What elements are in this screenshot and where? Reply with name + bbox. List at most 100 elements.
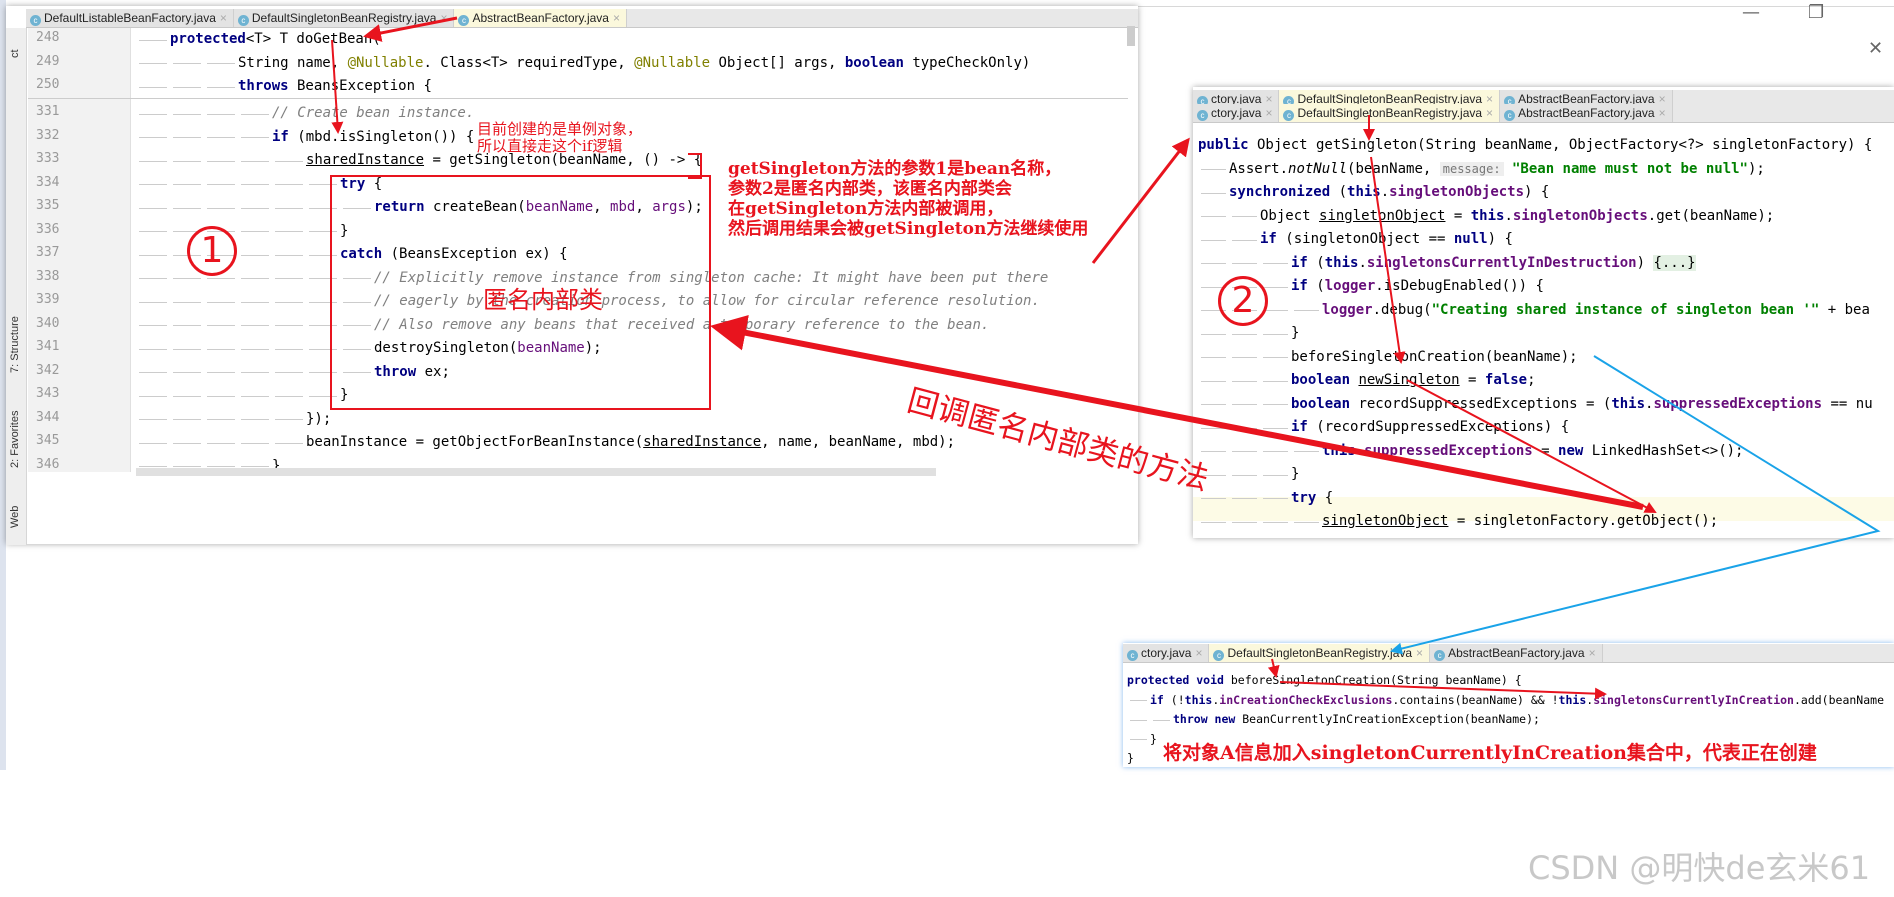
- code-line: });: [306, 408, 331, 432]
- line-number: 341: [36, 339, 60, 354]
- close-tab-icon[interactable]: ×: [613, 11, 620, 25]
- code-token: singletonsCurrentlyInCreation: [1593, 692, 1794, 707]
- code-token: logger: [1324, 278, 1376, 294]
- indent-guide: [275, 278, 303, 280]
- code-token: (: [1307, 254, 1325, 271]
- close-tab-icon[interactable]: ×: [1416, 646, 1423, 660]
- code-token: }: [1150, 731, 1157, 746]
- close-tab-icon[interactable]: ×: [1195, 646, 1202, 660]
- code-token: this: [1322, 442, 1356, 459]
- indent-guide: [207, 325, 235, 327]
- indent-guide: [173, 113, 201, 115]
- tab-ctory-java[interactable]: c ctory.java ×: [1123, 644, 1210, 662]
- sidebar-item-web[interactable]: Web: [9, 506, 21, 528]
- code-line: if (mbd.isSingleton()) {: [272, 126, 474, 150]
- code-line: String name, @Nullable. Class<T> require…: [238, 52, 1030, 76]
- code-line: Assert.notNull(beanName, message: "Bean …: [1229, 158, 1765, 182]
- indent-guide: [1201, 357, 1226, 359]
- indent-guide: [139, 442, 167, 444]
- class-file-icon: c: [237, 15, 249, 26]
- indent-guide: [1294, 521, 1319, 523]
- code-token: singletonObject: [1322, 513, 1449, 529]
- sidebar-item-project[interactable]: ct: [9, 49, 21, 58]
- close-tab-icon[interactable]: ×: [1589, 646, 1596, 660]
- indent-guide: [1130, 719, 1147, 721]
- indent-guide: [241, 113, 269, 115]
- code-line: throws BeansException {: [238, 75, 432, 99]
- indent-guide: [173, 278, 201, 280]
- tab-label: AbstractBeanFactory.java: [1518, 106, 1655, 120]
- vertical-scrollbar[interactable]: [1127, 26, 1135, 46]
- code-line: beanInstance = getObjectForBeanInstance(…: [306, 431, 955, 455]
- close-tab-icon[interactable]: ×: [1265, 106, 1272, 120]
- editor-window-default-singleton-registry: c ctory.java × c DefaultSingletonBeanRegistr…: [1193, 87, 1894, 538]
- code-line: logger.debug("Creating shared instance o…: [1322, 299, 1870, 323]
- tab-label: DefaultSingletonBeanRegistry.java: [251, 11, 437, 25]
- tab-label: DefaultSingletonBeanRegistry.java: [1297, 106, 1483, 120]
- indent-guide: [241, 254, 269, 256]
- indent-guide: [1201, 216, 1226, 218]
- code-token: singletonObject: [1319, 207, 1446, 224]
- indent-guide: [207, 137, 235, 139]
- tab-abstractbeanfactory-java[interactable]: c AbstractBeanFactory.java ×: [1500, 104, 1673, 122]
- tab-ctory-java[interactable]: c ctory.java ×: [1193, 104, 1280, 122]
- indent-guide: [1263, 380, 1288, 382]
- code-line: throw new BeanCurrentlyInCreationExcepti…: [1173, 710, 1540, 730]
- minimize-button[interactable]: —: [1742, 2, 1760, 23]
- indent-guide: [1263, 451, 1288, 453]
- close-tab-icon[interactable]: ×: [220, 11, 227, 25]
- indent-guide: [1201, 380, 1226, 382]
- sidebar-item-favorites[interactable]: 2: Favorites: [9, 411, 21, 468]
- code-line: synchronized (this.singletonObjects) {: [1229, 181, 1549, 205]
- code-line: protected void beforeSingletonCreation(S…: [1127, 671, 1522, 691]
- code-token: .: [1504, 207, 1513, 224]
- close-tab-icon[interactable]: ×: [1659, 106, 1666, 120]
- line-number: 250: [36, 77, 60, 92]
- code-line: if (!this.inCreationCheckExclusions.cont…: [1150, 691, 1884, 711]
- indent-guide: [1232, 474, 1257, 476]
- code-token: String name,: [238, 54, 348, 71]
- close-tab-icon[interactable]: ×: [440, 11, 447, 25]
- tab-defaultsingletonbeanregistry-java[interactable]: c DefaultSingletonBeanRegistry.java ×: [1279, 104, 1501, 122]
- tab-defaultsingletonbeanregistry-java[interactable]: c DefaultSingletonBeanRegistry.java ×: [233, 9, 455, 27]
- tool-sidebar: ct 7: Structure 2: Favorites Web: [6, 28, 27, 545]
- indent-guide: [241, 137, 269, 139]
- step-1-label: 1: [200, 230, 224, 271]
- code-token: boolean: [844, 54, 904, 71]
- indent-guide: [207, 348, 235, 350]
- code-token: =: [1445, 207, 1471, 224]
- indent-guide: [241, 419, 269, 421]
- code-token: + bea: [1819, 301, 1870, 318]
- indent-guide: [1232, 263, 1257, 265]
- close-button[interactable]: ✕: [1868, 38, 1883, 59]
- code-token: }: [1127, 751, 1134, 765]
- indent-guide: [139, 184, 167, 186]
- line-number: 333: [36, 151, 60, 166]
- code-token: .get(beanName);: [1647, 207, 1775, 224]
- code-token: "Creating shared instance of singleton b…: [1431, 301, 1820, 318]
- tab-label: ctory.java: [1211, 106, 1262, 120]
- watermark: CSDN @明快de玄米61: [1528, 849, 1871, 887]
- code-area[interactable]: public Object getSingleton(String beanNa…: [1198, 134, 1894, 534]
- indent-guide: [275, 348, 303, 350]
- tab-abstractbeanfactory-java[interactable]: c AbstractBeanFactory.java ×: [454, 9, 627, 27]
- horizontal-scrollbar[interactable]: [136, 468, 936, 476]
- code-token: singletonObjects: [1512, 207, 1648, 224]
- code-token: .contains(beanName) && !: [1392, 692, 1559, 707]
- tab-abstractbeanfactory-java[interactable]: c AbstractBeanFactory.java ×: [1430, 644, 1603, 662]
- tab-defaultsingletonbeanregistry-java[interactable]: c DefaultSingletonBeanRegistry.java ×: [1209, 644, 1431, 662]
- indent-guide: [173, 184, 201, 186]
- code-token: newSingleton: [1358, 372, 1460, 388]
- code-line: }: [1150, 730, 1157, 750]
- indent-guide: [1232, 451, 1257, 453]
- indent-guide: [1232, 333, 1257, 335]
- close-tab-icon[interactable]: ×: [1486, 106, 1493, 120]
- tab-defaultlistablebeanfactory-java[interactable]: c DefaultListableBeanFactory.java ×: [26, 9, 234, 27]
- indent-guide: [207, 442, 235, 444]
- sidebar-item-structure[interactable]: 7: Structure: [9, 316, 21, 373]
- indent-guide: [275, 442, 303, 444]
- code-token: BeanCurrentlyInCreationException(beanNam…: [1235, 712, 1540, 726]
- restore-button[interactable]: ❐: [1808, 2, 1824, 23]
- indent-guide: [1263, 498, 1288, 500]
- code-token: .isDebugEnabled()) {: [1375, 278, 1544, 294]
